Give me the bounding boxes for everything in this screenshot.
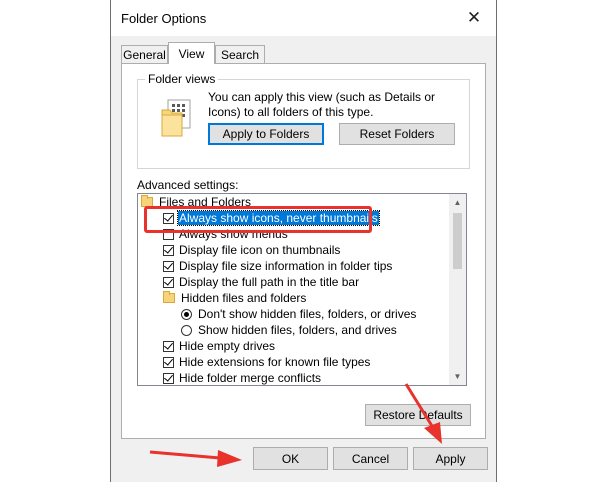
reset-folders-button[interactable]: Reset Folders (339, 123, 455, 145)
setting-hide-merge-conflicts[interactable]: Hide folder merge conflicts (163, 370, 322, 385)
tree-item-hidden-files: Hidden files and folders (163, 290, 307, 306)
title-bar: Folder Options ✕ (111, 0, 496, 36)
setting-display-file-size[interactable]: Display file size information in folder … (163, 258, 393, 274)
tab-view[interactable]: View (168, 42, 215, 64)
setting-label: Show hidden files, folders, and drives (198, 323, 397, 337)
folder-icon (163, 291, 175, 303)
setting-label: Display the full path in the title bar (179, 275, 360, 289)
setting-label: Hide empty drives (179, 339, 276, 353)
setting-label: Don't show hidden files, folders, or dri… (198, 307, 417, 321)
tab-general[interactable]: General (121, 45, 168, 63)
tree-scrollbar[interactable]: ▲ ▼ (449, 194, 466, 385)
radio-selected-icon[interactable] (181, 308, 192, 320)
annotation-highlight-box (144, 206, 372, 233)
setting-label: Hide extensions for known file types (179, 355, 371, 369)
checkbox-checked-icon[interactable] (163, 372, 174, 384)
setting-show-hidden[interactable]: Show hidden files, folders, and drives (181, 322, 398, 338)
folder-views-group: Folder views You can apply this view (su… (137, 72, 470, 169)
setting-label: Display file size information in folder … (179, 259, 393, 273)
tab-search[interactable]: Search (215, 45, 265, 63)
setting-hide-empty-drives[interactable]: Hide empty drives (163, 338, 276, 354)
close-icon[interactable]: ✕ (462, 7, 486, 29)
folder-views-label: Folder views (145, 72, 219, 86)
setting-hide-extensions[interactable]: Hide extensions for known file types (163, 354, 371, 370)
setting-label: Hide folder merge conflicts (179, 371, 322, 385)
setting-display-file-icon[interactable]: Display file icon on thumbnails (163, 242, 341, 258)
checkbox-checked-icon[interactable] (163, 260, 174, 272)
setting-label: Display file icon on thumbnails (179, 243, 341, 257)
setting-display-full-path[interactable]: Display the full path in the title bar (163, 274, 360, 290)
apply-to-folders-button[interactable]: Apply to Folders (208, 123, 324, 145)
checkbox-checked-icon[interactable] (163, 244, 174, 256)
scroll-thumb[interactable] (453, 213, 462, 269)
advanced-settings-label: Advanced settings: (137, 178, 239, 192)
setting-dont-show-hidden[interactable]: Don't show hidden files, folders, or dri… (181, 306, 417, 322)
scroll-up-icon[interactable]: ▲ (449, 194, 466, 211)
annotation-arrow-apply-icon (404, 383, 442, 444)
ok-button[interactable]: OK (253, 447, 328, 470)
window-title: Folder Options (121, 11, 207, 26)
tree-item-label: Hidden files and folders (181, 291, 307, 305)
checkbox-checked-icon[interactable] (163, 340, 174, 352)
apply-button[interactable]: Apply (413, 447, 488, 470)
cancel-button[interactable]: Cancel (333, 447, 408, 470)
checkbox-checked-icon[interactable] (163, 356, 174, 368)
folder-views-icon (160, 98, 194, 138)
annotation-arrow-ok-icon (149, 450, 242, 467)
folder-views-description: You can apply this view (such as Details… (208, 90, 436, 119)
checkbox-checked-icon[interactable] (163, 276, 174, 288)
radio-unselected-icon[interactable] (181, 324, 192, 336)
